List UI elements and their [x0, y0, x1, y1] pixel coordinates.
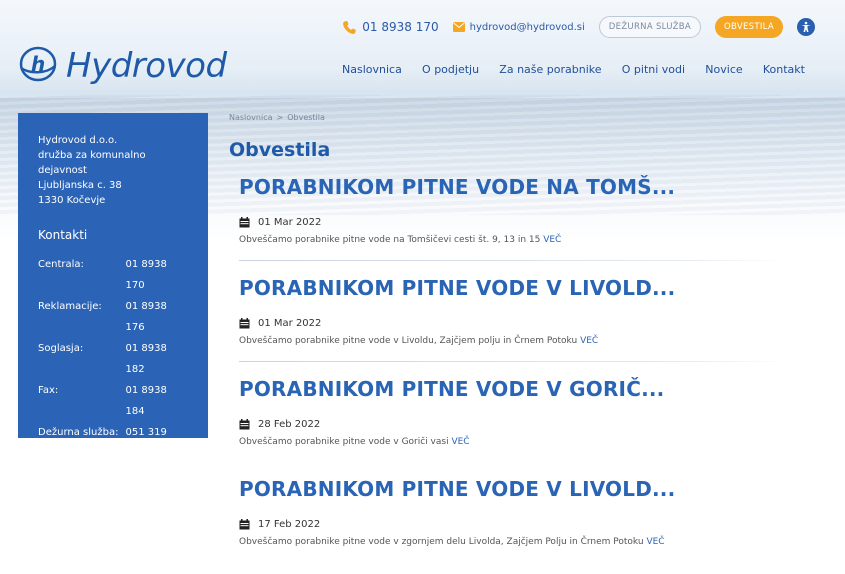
contact-label: Dežurna služba: [38, 427, 119, 438]
dezurna-sluzba-button[interactable]: DEŽURNA SLUŽBA [598, 16, 701, 38]
contact-value: 01 8938 184 [125, 385, 167, 417]
post-title[interactable]: PORABNIKOM PITNE VODE NA TOMŠ... [239, 175, 809, 199]
contact-label: Soglasja: [38, 343, 84, 354]
accessibility-icon [801, 21, 811, 32]
accessibility-button[interactable] [797, 18, 815, 36]
phone-icon [343, 20, 357, 34]
obvestila-button[interactable]: OBVESTILA [715, 16, 783, 38]
post-description: Obveščamo porabnike pitne vode v Goriči … [239, 437, 809, 447]
contact-label: Reklamacije: [38, 301, 102, 312]
calendar-icon [239, 217, 250, 228]
read-more-link[interactable]: VEČ [646, 537, 664, 547]
breadcrumb-home[interactable]: Naslovnica [229, 113, 273, 122]
post-desc-text: Obveščamo porabnike pitne vode v Livoldu… [239, 336, 578, 346]
page-title: Obvestila [229, 139, 331, 161]
post-desc-text: Obveščamo porabnike pitne vode v zgornje… [239, 537, 644, 547]
nav-item-o-podjetju[interactable]: O podjetju [422, 63, 479, 76]
email-link[interactable]: hydrovod@hydrovod.si [452, 21, 585, 33]
contact-row: Reklamacije: 01 8938 176 [38, 296, 188, 338]
kontakti-heading: Kontakti [38, 228, 88, 242]
nav-item-o-pitni-vodi[interactable]: O pitni vodi [622, 63, 685, 76]
mail-icon [452, 22, 465, 32]
logo[interactable]: h Hydrovod [18, 44, 227, 88]
email-address: hydrovod@hydrovod.si [469, 21, 585, 33]
top-bar: 01 8938 170 hydrovod@hydrovod.si DEŽURNA… [342, 13, 815, 41]
phone-number: 01 8938 170 [362, 20, 439, 34]
post-item: PORABNIKOM PITNE VODE V GORIČ... 28 Feb … [239, 377, 809, 447]
nav-item-za-nase-porabnike[interactable]: Za naše porabnike [499, 63, 601, 76]
breadcrumb: Naslovnica > Obvestila [229, 113, 809, 122]
company-address: Hydrovod d.o.o. družba za komunalno deja… [38, 133, 188, 208]
post-item: PORABNIKOM PITNE VODE V LIVOLD... 01 Mar… [239, 276, 809, 362]
post-title[interactable]: PORABNIKOM PITNE VODE V GORIČ... [239, 377, 809, 401]
contact-row: Centrala: 01 8938 170 [38, 254, 188, 296]
contact-label: Centrala: [38, 259, 84, 270]
read-more-link[interactable]: VEČ [451, 437, 469, 447]
post-divider [239, 361, 789, 362]
nav-item-naslovnica[interactable]: Naslovnica [342, 63, 402, 76]
post-divider [239, 260, 789, 261]
contact-value[interactable]: 01 8938 176 [125, 296, 188, 338]
breadcrumb-separator: > [276, 113, 284, 122]
contact-row: Soglasja: 01 8938 182 [38, 338, 188, 380]
phone-link[interactable]: 01 8938 170 [342, 20, 439, 35]
read-more-link[interactable]: VEČ [543, 235, 561, 245]
post-date: 17 Feb 2022 [258, 519, 321, 530]
post-desc-text: Obveščamo porabnike pitne vode v Goriči … [239, 437, 449, 447]
contact-value[interactable]: 051 319 800 [125, 422, 188, 464]
company-city: 1330 Kočevje [38, 195, 106, 206]
post-item: PORABNIKOM PITNE VODE V LIVOLD... 17 Feb… [239, 477, 809, 547]
post-meta: 01 Mar 2022 [239, 217, 809, 228]
post-date: 01 Mar 2022 [258, 217, 322, 228]
read-more-link[interactable]: VEČ [580, 336, 598, 346]
post-title[interactable]: PORABNIKOM PITNE VODE V LIVOLD... [239, 276, 809, 300]
calendar-icon [239, 419, 250, 430]
breadcrumb-current: Obvestila [287, 113, 325, 122]
contact-value[interactable]: 01 8938 170 [125, 254, 188, 296]
calendar-icon [239, 318, 250, 329]
contact-row: Dežurna služba: 051 319 800 [38, 422, 188, 464]
sidebar-email-link[interactable]: hydrovod@hydrovod.si [38, 511, 188, 522]
post-date: 01 Mar 2022 [258, 318, 322, 329]
nav-item-kontakt[interactable]: Kontakt [763, 63, 805, 76]
contact-value[interactable]: 01 8938 182 [125, 338, 188, 380]
company-street: Ljubljanska c. 38 [38, 180, 122, 191]
post-desc-text: Obveščamo porabnike pitne vode na Tomšič… [239, 235, 541, 245]
company-name: Hydrovod d.o.o. [38, 135, 118, 146]
post-meta: 01 Mar 2022 [239, 318, 809, 329]
email-label: Elektronski naslov: [38, 488, 132, 499]
main-content: Naslovnica > Obvestila Obvestila PORABNIKO… [229, 113, 809, 547]
contact-label: Fax: [38, 385, 59, 396]
hydrovod-logo-icon: h [18, 44, 58, 88]
post-meta: 28 Feb 2022 [239, 419, 809, 430]
post-date: 28 Feb 2022 [258, 419, 321, 430]
contact-row: Fax: 01 8938 184 [38, 380, 188, 422]
post-title[interactable]: PORABNIKOM PITNE VODE V LIVOLD... [239, 477, 809, 501]
calendar-icon [239, 519, 250, 530]
sidebar-contact-box: Hydrovod d.o.o. družba za komunalno deja… [18, 113, 208, 522]
svg-text:h: h [31, 52, 45, 76]
post-description: Obveščamo porabnike pitne vode v zgornje… [239, 537, 809, 547]
post-description: Obveščamo porabnike pitne vode v Livoldu… [239, 336, 809, 346]
post-item: PORABNIKOM PITNE VODE NA TOMŠ... 01 Mar … [239, 175, 809, 261]
company-desc: družba za komunalno dejavnost [38, 150, 146, 176]
logo-text: Hydrovod [66, 46, 227, 86]
nav-item-novice[interactable]: Novice [705, 63, 742, 76]
post-meta: 17 Feb 2022 [239, 519, 809, 530]
main-nav: Naslovnica O podjetju Za naše porabnike … [342, 63, 805, 76]
post-description: Obveščamo porabnike pitne vode na Tomšič… [239, 235, 809, 245]
